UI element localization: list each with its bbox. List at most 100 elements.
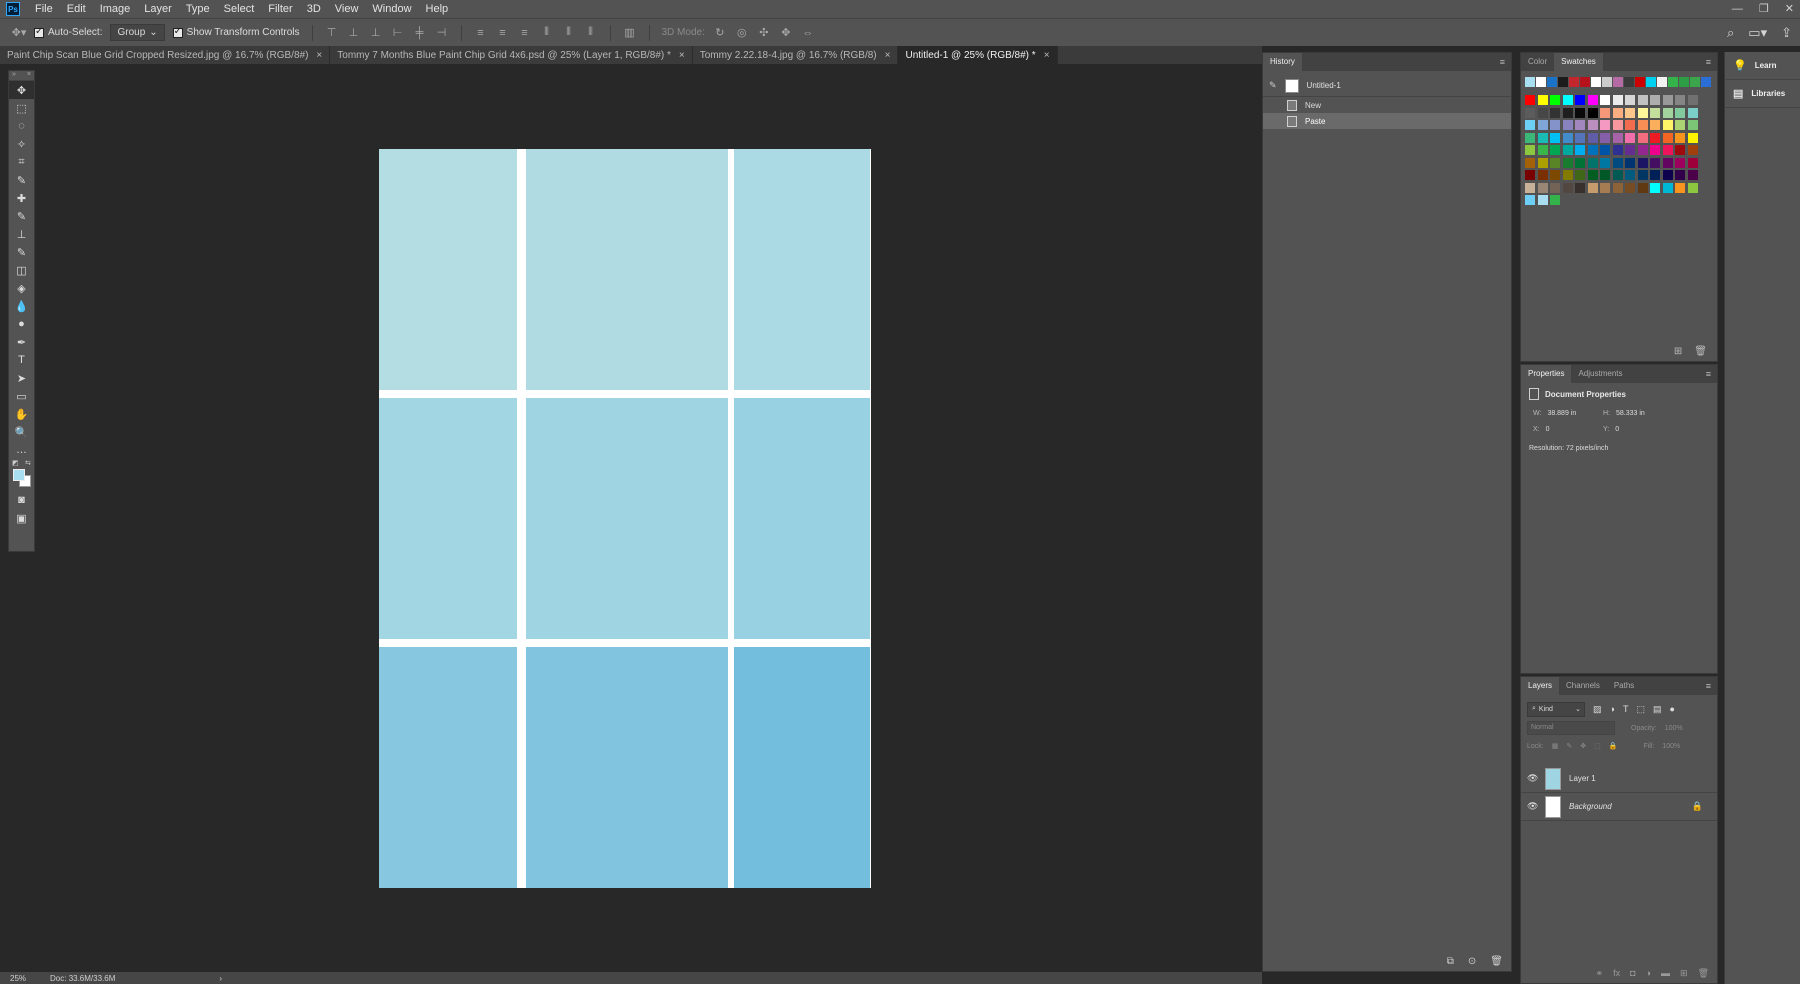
marquee-icon[interactable]: ⬚ (9, 99, 34, 117)
color-swatch[interactable] (1675, 182, 1685, 193)
lock-image-icon[interactable]: ✎ (1566, 742, 1572, 750)
color-swatch[interactable] (1650, 95, 1660, 105)
color-swatch[interactable] (1625, 182, 1635, 193)
share-icon[interactable]: ⇪ (1781, 25, 1792, 41)
color-swatch[interactable] (1575, 132, 1585, 143)
opacity-value[interactable]: 100% (1665, 725, 1683, 732)
color-swatch[interactable] (1562, 120, 1573, 130)
color-swatch[interactable] (1587, 95, 1598, 105)
color-swatch[interactable] (1562, 132, 1573, 143)
color-swatch[interactable] (1675, 132, 1685, 143)
color-swatch[interactable] (1687, 145, 1698, 155)
move-tool-preset-icon[interactable]: ✥▾ (12, 27, 27, 39)
dodge-icon[interactable]: ● (9, 315, 34, 333)
restore-button[interactable]: ❐ (1759, 0, 1769, 18)
color-swatch[interactable] (1637, 170, 1648, 180)
kind-filter-dropdown[interactable]: ⌕ Kind ⌄ (1527, 701, 1585, 717)
panel-menu-icon[interactable]: ≡ (1706, 369, 1711, 379)
document-tab[interactable]: Tommy 2.22.18-4.jpg @ 16.7% (RGB/8) × (693, 46, 899, 64)
color-swatch[interactable] (1537, 132, 1548, 143)
healing-brush-icon[interactable]: ✚ (9, 189, 34, 207)
color-swatch[interactable] (1687, 132, 1698, 143)
paint-bucket-icon[interactable]: ◈ (9, 279, 34, 297)
recent-swatch[interactable] (1580, 77, 1590, 87)
more-icon[interactable]: … (9, 441, 34, 459)
slide-3d-icon[interactable]: ✥ (779, 27, 793, 39)
zoom-icon[interactable]: 🔍 (9, 423, 34, 441)
lock-all-icon[interactable]: 🔒 (1609, 742, 1618, 750)
color-swatch[interactable] (1537, 157, 1548, 168)
color-swatch[interactable] (1600, 107, 1610, 118)
y-value[interactable]: 0 (1615, 426, 1619, 433)
color-swatch[interactable] (1587, 182, 1598, 193)
color-swatch[interactable] (1575, 170, 1585, 180)
trash-icon[interactable]: 🗑 (1694, 346, 1707, 357)
layer-style-icon[interactable]: fx (1613, 968, 1620, 979)
default-colors-icon[interactable]: ◩ (12, 459, 19, 467)
adjustment-filter-icon[interactable]: ◑ (1610, 704, 1615, 714)
roll-3d-icon[interactable]: ◎ (735, 27, 749, 39)
eyedropper-icon[interactable]: ✎ (9, 171, 34, 189)
menu-help[interactable]: Help (419, 0, 456, 18)
show-transform-checkbox[interactable]: Show Transform Controls (172, 26, 300, 38)
distribute-left-icon[interactable]: ⦀ (540, 26, 554, 39)
tab-color[interactable]: Color (1521, 53, 1554, 71)
color-swatch[interactable] (1562, 182, 1573, 193)
color-swatch[interactable] (1550, 132, 1560, 143)
document-tab[interactable]: Untitled-1 @ 25% (RGB/8#) * × (898, 46, 1058, 64)
color-swatch[interactable] (1675, 107, 1685, 118)
side-panel-learn[interactable]: 💡 Learn (1725, 52, 1800, 80)
recent-swatch[interactable] (1525, 77, 1535, 87)
color-swatch[interactable] (1525, 132, 1535, 143)
color-swatch[interactable] (1600, 170, 1610, 180)
tools-grip[interactable]: » × (9, 71, 34, 81)
color-swatch[interactable] (1525, 145, 1535, 155)
lock-position-icon[interactable]: ✥ (1580, 742, 1586, 750)
color-swatch[interactable] (1687, 157, 1698, 168)
swap-colors-icon[interactable]: ⇆ (25, 459, 31, 467)
width-value[interactable]: 38.889 in (1547, 410, 1576, 417)
color-swatch[interactable] (1625, 157, 1635, 168)
blend-mode-dropdown[interactable]: Normal (1527, 721, 1615, 735)
color-swatch[interactable] (1625, 132, 1635, 143)
recent-swatch[interactable] (1558, 77, 1568, 87)
distribute-vcenter-icon[interactable]: ≡ (496, 27, 510, 39)
color-swatch[interactable] (1575, 120, 1585, 130)
shape-filter-icon[interactable]: ⬚ (1636, 704, 1645, 715)
color-swatch[interactable] (1550, 157, 1560, 168)
color-swatch[interactable] (1612, 132, 1623, 143)
search-icon[interactable]: ⌕ (1727, 25, 1734, 41)
menu-view[interactable]: View (328, 0, 366, 18)
lasso-icon[interactable]: ◌ (9, 117, 34, 135)
color-swatch[interactable] (1550, 107, 1560, 118)
color-swatch[interactable] (1637, 107, 1648, 118)
color-swatch[interactable] (1537, 107, 1548, 118)
color-swatch[interactable] (1637, 120, 1648, 130)
rectangle-icon[interactable]: ▭ (9, 387, 34, 405)
height-cell[interactable]: H: 58.333 in (1603, 410, 1673, 417)
orbit-3d-icon[interactable]: ↻ (713, 27, 727, 39)
color-swatch[interactable] (1562, 95, 1573, 105)
brush-icon[interactable]: ✎ (9, 207, 34, 225)
color-swatch[interactable] (1625, 107, 1635, 118)
color-swatch[interactable] (1637, 182, 1648, 193)
y-cell[interactable]: Y: 0 (1603, 426, 1673, 433)
recent-swatch[interactable] (1591, 77, 1601, 87)
color-swatch[interactable] (1537, 182, 1548, 193)
align-vcenter-icon[interactable]: ⊥ (347, 27, 361, 39)
color-swatch[interactable] (1537, 195, 1548, 205)
side-panel-libraries[interactable]: ▤ Libraries (1725, 80, 1800, 108)
color-swatch[interactable] (1687, 95, 1698, 105)
color-swatch[interactable] (1537, 170, 1548, 180)
color-swatch[interactable] (1587, 170, 1598, 180)
layer-row[interactable]: 👁 Layer 1 (1521, 765, 1717, 793)
new-group-icon[interactable]: ▬ (1661, 968, 1670, 979)
distribute-right-icon[interactable]: ⦀ (584, 26, 598, 39)
recent-swatch[interactable] (1536, 77, 1546, 87)
visibility-eye-icon[interactable]: 👁 (1527, 773, 1538, 784)
recent-swatch[interactable] (1679, 77, 1689, 87)
width-cell[interactable]: W: 38.889 in (1533, 410, 1603, 417)
close-icon[interactable]: × (316, 50, 322, 61)
auto-select-dropdown[interactable]: Group ⌄ (110, 24, 165, 41)
color-swatch[interactable] (1525, 170, 1535, 180)
